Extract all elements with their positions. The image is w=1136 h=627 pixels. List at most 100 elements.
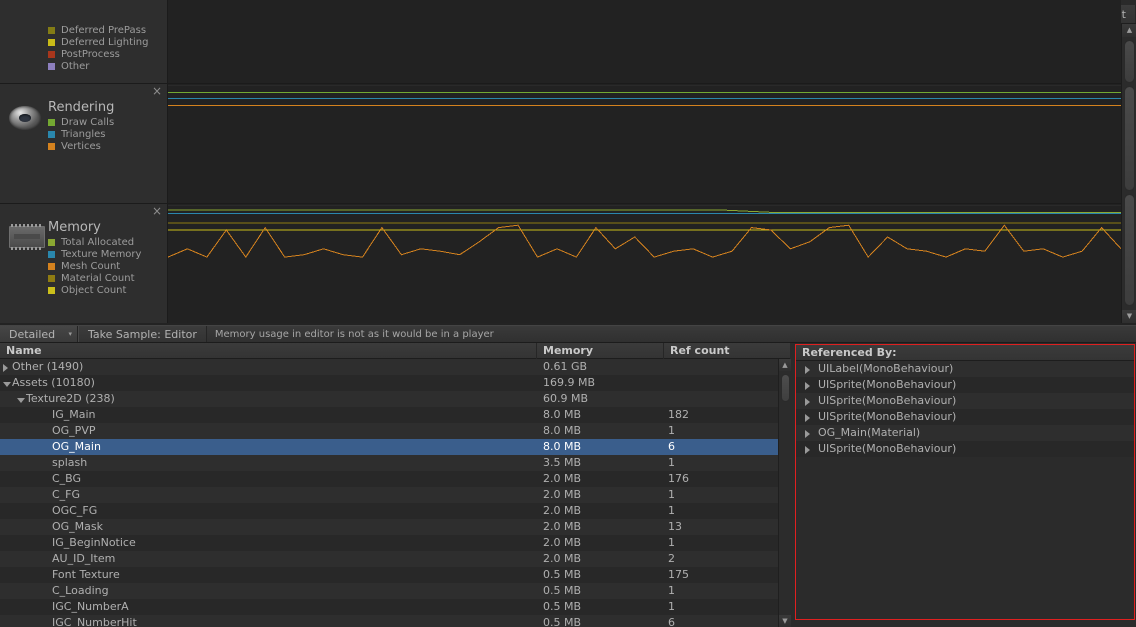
memory-warning-note: Memory usage in editor is not as it woul… [207,326,502,342]
legend-label: PostProcess [61,48,120,60]
scrollbar-thumb[interactable] [1124,40,1135,83]
module-sidebar: × Memory Total Allocated Texture Memory [0,204,168,323]
legend-item[interactable]: Draw Calls [48,116,114,128]
memory-detail-area: Name Memory Ref count Other (1490) 0.61 G… [0,343,1136,627]
legend-item[interactable]: Total Allocated [48,236,141,248]
profiler-module-memory[interactable]: × Memory Total Allocated Texture Memory [0,204,1121,323]
column-header-name[interactable]: Name [0,343,537,359]
table-row[interactable]: OG_PVP 8.0 MB 1 [0,423,778,439]
table-row[interactable]: Assets (10180) 169.9 MB [0,375,778,391]
take-sample-button[interactable]: Take Sample: Editor [78,326,207,342]
legend-label: Total Allocated [61,236,135,248]
list-item[interactable]: UILabel(MonoBehaviour) [796,361,1134,377]
chevron-right-icon[interactable] [805,429,813,438]
row-refcount: 1 [668,456,675,469]
row-memory: 0.5 MB [543,616,582,627]
row-refcount: 1 [668,504,675,517]
table-row[interactable]: C_FG 2.0 MB 1 [0,487,778,503]
scrollbar-thumb[interactable] [781,374,790,402]
list-item[interactable]: UISprite(MonoBehaviour) [796,377,1134,393]
legend-item[interactable]: Mesh Count [48,260,141,272]
table-header-row: Name Memory Ref count [0,343,790,359]
referenced-by-header: Referenced By: [796,345,1134,361]
list-item[interactable]: UISprite(MonoBehaviour) [796,393,1134,409]
chevron-right-icon[interactable] [805,445,813,454]
scroll-down-arrow-icon[interactable]: ▼ [1122,310,1136,323]
column-header-refcount[interactable]: Ref count [664,343,790,359]
chevron-right-icon[interactable] [805,397,813,406]
legend-swatch-icon [48,250,55,258]
scrollbar-thumb[interactable] [1124,194,1135,306]
profiler-charts-area: Deferred PrePass Deferred Lighting PostP… [0,0,1136,323]
legend-swatch-icon [48,142,55,150]
legend-item[interactable]: PostProcess [48,48,148,60]
chevron-right-icon[interactable] [805,413,813,422]
legend-item[interactable]: Triangles [48,128,114,140]
chevron-down-icon[interactable] [17,395,25,404]
charts-vertical-scrollbar[interactable]: ▲ ▼ [1121,24,1136,323]
torus-icon [9,106,41,130]
table-row[interactable]: OG_Mask 2.0 MB 13 [0,519,778,535]
legend-item[interactable]: Vertices [48,140,114,152]
row-memory: 0.5 MB [543,568,582,581]
table-row[interactable]: Font Texture 0.5 MB 175 [0,567,778,583]
tree-vertical-scrollbar[interactable]: ▲ ▼ [778,359,791,627]
legend-item[interactable]: Deferred PrePass [48,24,148,36]
chevron-right-icon[interactable] [3,363,11,372]
scroll-up-arrow-icon[interactable]: ▲ [1122,24,1136,37]
profiler-module-cpu[interactable]: Deferred PrePass Deferred Lighting PostP… [0,0,1121,84]
table-row[interactable]: Other (1490) 0.61 GB [0,359,778,375]
legend-item[interactable]: Material Count [48,272,141,284]
list-item[interactable]: UISprite(MonoBehaviour) [796,409,1134,425]
table-row[interactable]: C_BG 2.0 MB 176 [0,471,778,487]
table-row[interactable]: C_Loading 0.5 MB 1 [0,583,778,599]
table-row[interactable]: splash 3.5 MB 1 [0,455,778,471]
legend-item[interactable]: Other [48,60,148,72]
module-legend: Draw Calls Triangles Vertices [48,116,114,152]
scroll-down-arrow-icon[interactable]: ▼ [779,615,791,627]
table-row[interactable]: AU_ID_Item 2.0 MB 2 [0,551,778,567]
table-row[interactable]: OG_Main 8.0 MB 6 [0,439,778,455]
legend-item[interactable]: Texture Memory [48,248,141,260]
row-name: OG_Main [52,440,101,453]
scroll-up-arrow-icon[interactable]: ▲ [779,359,791,371]
module-sidebar: × Rendering Draw Calls Triangles Vertice… [0,84,168,203]
column-header-memory[interactable]: Memory [537,343,664,359]
legend-label: Triangles [61,128,106,140]
table-row[interactable]: Texture2D (238) 60.9 MB [0,391,778,407]
row-memory: 0.5 MB [543,600,582,613]
chevron-down-icon[interactable] [3,379,11,388]
row-refcount: 6 [668,440,675,453]
memory-chart[interactable] [168,204,1121,323]
legend-item[interactable]: Object Count [48,284,141,296]
table-row[interactable]: IG_BeginNotice 2.0 MB 1 [0,535,778,551]
table-row[interactable]: IGC_NumberHit 0.5 MB 6 [0,615,778,627]
row-refcount: 1 [668,424,675,437]
close-icon[interactable]: × [152,205,162,217]
table-row[interactable]: IGC_NumberA 0.5 MB 1 [0,599,778,615]
list-item-label: UILabel(MonoBehaviour) [818,362,954,375]
rendering-chart[interactable] [168,84,1121,203]
chevron-right-icon[interactable] [805,365,813,374]
chevron-right-icon[interactable] [805,381,813,390]
legend-label: Material Count [61,272,135,284]
memory-mode-dropdown[interactable]: Detailed ▾ [0,326,78,342]
row-memory: 8.0 MB [543,408,582,421]
scrollbar-thumb[interactable] [1124,86,1135,191]
module-legend: Total Allocated Texture Memory Mesh Coun… [48,236,141,296]
row-refcount: 1 [668,488,675,501]
close-icon[interactable]: × [152,85,162,97]
list-item[interactable]: UISprite(MonoBehaviour) [796,441,1134,457]
memory-tree-pane: Name Memory Ref count Other (1490) 0.61 G… [0,343,791,627]
list-item[interactable]: OG_Main(Material) [796,425,1134,441]
referenced-by-list: UILabel(MonoBehaviour) UISprite(MonoBehav… [796,361,1134,457]
table-row[interactable]: OGC_FG 2.0 MB 1 [0,503,778,519]
cpu-chart[interactable] [168,0,1121,83]
legend-swatch-icon [48,262,55,270]
profiler-module-rendering[interactable]: × Rendering Draw Calls Triangles Vertice… [0,84,1121,204]
list-item-label: UISprite(MonoBehaviour) [818,394,957,407]
row-refcount: 1 [668,536,675,549]
legend-item[interactable]: Deferred Lighting [48,36,148,48]
table-row[interactable]: IG_Main 8.0 MB 182 [0,407,778,423]
legend-swatch-icon [48,274,55,282]
